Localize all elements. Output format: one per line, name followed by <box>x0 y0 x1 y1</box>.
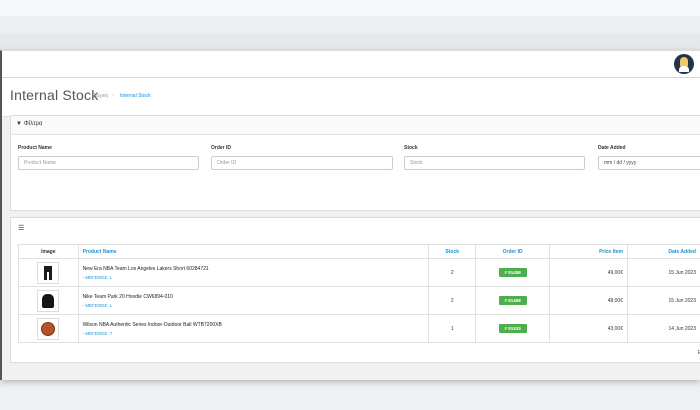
product-option: - ΜΕΓΕΘΟΣ: L <box>82 302 113 308</box>
browser-band-middle <box>0 16 700 34</box>
stock-value: 2 <box>428 258 477 287</box>
column-date-added[interactable]: Date Added <box>626 244 700 259</box>
filter-label-order-id: Order ID <box>211 145 232 151</box>
stock-list-panel: ☰ Image Product Name Stock Order ID Pric… <box>10 217 700 363</box>
browser-band-bottom <box>0 34 700 50</box>
table-header-row: Image Product Name Stock Order ID Price … <box>18 244 700 259</box>
date-added-input[interactable]: mm / dd / yyyy <box>598 156 700 170</box>
table-row: Wilson NBA Authentic Series Indoor-Outdo… <box>18 314 700 343</box>
stock-input[interactable]: Stock <box>404 156 585 170</box>
product-thumbnail-ball[interactable] <box>37 317 60 340</box>
table-row: New Era NBA Team Los Angeles Lakers Shor… <box>18 258 700 287</box>
date-value: 15 Jun 2023 <box>626 286 700 315</box>
product-name: Nike Team Park 20 Hoodie CW6894-010 <box>82 293 173 300</box>
product-name: Wilson NBA Authentic Series Indoor-Outdo… <box>82 321 222 328</box>
breadcrumb-separator: › <box>112 93 114 99</box>
order-id-badge[interactable]: # 91458 <box>498 268 527 277</box>
column-product-name[interactable]: Product Name <box>77 244 430 259</box>
product-name-input[interactable]: Product Name <box>18 156 199 170</box>
order-id-badge[interactable]: # 91458 <box>498 296 527 305</box>
filter-title: Φίλτρα <box>24 121 43 127</box>
price-value: 48,00€ <box>549 286 628 315</box>
order-id-badge[interactable]: # 91533 <box>498 324 527 333</box>
breadcrumb-current[interactable]: Internal Stock <box>120 93 151 99</box>
browser-band-top <box>0 0 700 16</box>
product-option: - ΜΕΓΕΘΟΣ: L <box>82 274 113 280</box>
date-value: 15 Jun 2023 <box>626 258 700 287</box>
top-header <box>2 51 700 78</box>
product-name: New Era NBA Team Los Angeles Lakers Shor… <box>82 265 209 272</box>
product-thumbnail-hoodie[interactable] <box>37 289 60 312</box>
order-id-input[interactable]: Order ID <box>211 156 393 170</box>
stock-table: Image Product Name Stock Order ID Price … <box>18 244 700 343</box>
date-value: 14 Jun 2023 <box>626 314 700 343</box>
stock-value: 1 <box>428 314 477 343</box>
filter-label-date-added: Date Added <box>598 145 626 151</box>
column-price-item[interactable]: Price Item <box>549 244 628 259</box>
filter-icon: ▼ <box>16 121 22 127</box>
stock-value: 2 <box>428 286 477 315</box>
column-stock[interactable]: Stock <box>428 244 477 259</box>
filter-label-product-name: Product Name <box>18 145 52 151</box>
filter-panel-header: ▼ Φίλτρα <box>11 116 700 135</box>
app-window: Internal Stock Αρχική › Internal Stock ▼… <box>0 50 700 380</box>
table-row: Nike Team Park 20 Hoodie CW6894-010 - ΜΕ… <box>18 286 700 315</box>
page-header: Internal Stock Αρχική › Internal Stock <box>2 78 700 117</box>
filter-label-stock: Stock <box>404 145 418 151</box>
page-title: Internal Stock <box>10 87 99 103</box>
price-value: 49,00€ <box>549 258 628 287</box>
list-icon: ☰ <box>18 225 25 232</box>
price-value: 43,00€ <box>549 314 628 343</box>
column-image: Image <box>18 244 79 259</box>
breadcrumb-home[interactable]: Αρχική <box>93 93 108 99</box>
user-avatar-icon[interactable] <box>674 54 694 74</box>
column-order-id[interactable]: Order ID <box>475 244 551 259</box>
product-thumbnail-shorts[interactable] <box>37 261 60 284</box>
filter-panel: ▼ Φίλτρα Product Name Product Name Order… <box>10 115 700 211</box>
product-option: - ΜΕΓΕΘΟΣ: 7 <box>82 330 113 336</box>
